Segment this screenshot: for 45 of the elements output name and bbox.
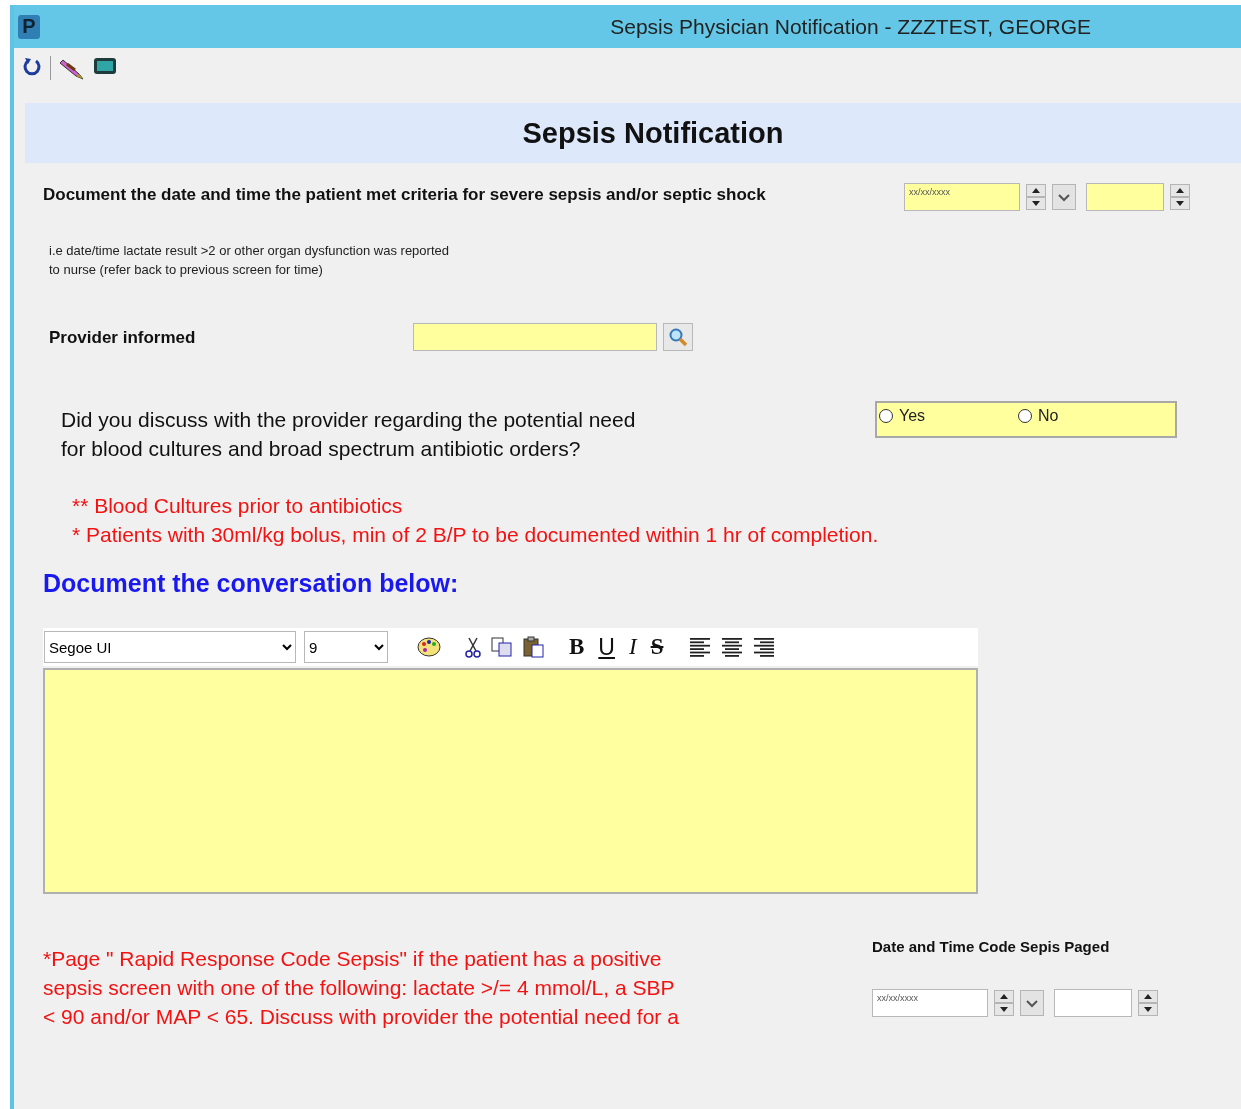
- spin-button[interactable]: [1170, 184, 1190, 210]
- refresh-icon[interactable]: [22, 56, 42, 78]
- size-dropdown[interactable]: 9: [304, 631, 388, 663]
- format-button[interactable]: U: [595, 633, 618, 661]
- format-button[interactable]: B: [566, 634, 588, 660]
- option-label: No: [1038, 407, 1059, 425]
- date-field[interactable]: xx/xx/xxxx: [904, 183, 1020, 211]
- warning-note: * Patients with 30ml/kg bolus, min of 2 B/P to be documented within 1 hr of completion.: [72, 522, 880, 548]
- date-field[interactable]: xx/xx/xxxx: [872, 989, 988, 1017]
- app-icon: P: [18, 14, 40, 39]
- clipboard-icon[interactable]: [522, 636, 546, 658]
- section-heading: Document the conversation below:: [43, 569, 460, 598]
- warning-note: ** Blood Cultures prior to antibiotics: [72, 493, 404, 519]
- search-icon: [668, 327, 688, 347]
- palette-icon[interactable]: [416, 636, 442, 658]
- paged-label: Date and Time Code Sepis Paged: [872, 938, 1111, 955]
- window-title: Sepsis Physician Notification - ZZZTEST, GEORGE: [610, 14, 1091, 39]
- option-label: Yes: [899, 407, 926, 425]
- hint-text: i.e date/time lactate result >2 or other organ dysfunction was reported to nurse (refer back to previous screen for time): [49, 242, 450, 279]
- discussion-question: Did you discuss with the provider regarding the potential need for blood cultures and broad spectrum antibiotic orders?: [61, 407, 636, 462]
- spin-button[interactable]: [1026, 184, 1046, 210]
- dropdown-button[interactable]: [1052, 184, 1076, 210]
- font-dropdown[interactable]: Segoe UI: [44, 631, 296, 663]
- time-field[interactable]: [1086, 183, 1164, 211]
- radio-button[interactable]: [879, 409, 893, 423]
- radio-button[interactable]: [1018, 409, 1032, 423]
- monitor-icon[interactable]: [93, 56, 117, 76]
- provider-label: Provider informed: [49, 326, 197, 349]
- align-right-icon[interactable]: [752, 636, 777, 658]
- dropdown-button[interactable]: [1020, 990, 1044, 1016]
- conversation-field[interactable]: [43, 668, 978, 894]
- scissors-icon[interactable]: [464, 636, 482, 658]
- copy-icon[interactable]: [490, 636, 514, 658]
- search-button[interactable]: [663, 323, 693, 351]
- form-heading: Sepsis Notification: [521, 116, 784, 150]
- align-center-icon[interactable]: [720, 636, 745, 658]
- format-button[interactable]: S: [647, 634, 667, 660]
- spin-button[interactable]: [1138, 990, 1158, 1016]
- page-instruction: *Page " Rapid Response Code Sepsis" if the patient has a positive sepsis screen with one of the following: lactate >/= 4 mmol/L, a SBP < 90 and/or MAP < 65. Discuss with provider the potential need for a: [43, 946, 679, 1030]
- time-field[interactable]: [1054, 989, 1132, 1017]
- provider-field[interactable]: [413, 323, 657, 351]
- format-button[interactable]: I: [625, 634, 640, 660]
- spin-button[interactable]: [994, 990, 1014, 1016]
- criteria-label: Document the date and time the patient met criteria for severe sepsis and/or septic shock: [43, 184, 767, 206]
- align-left-icon[interactable]: [688, 636, 713, 658]
